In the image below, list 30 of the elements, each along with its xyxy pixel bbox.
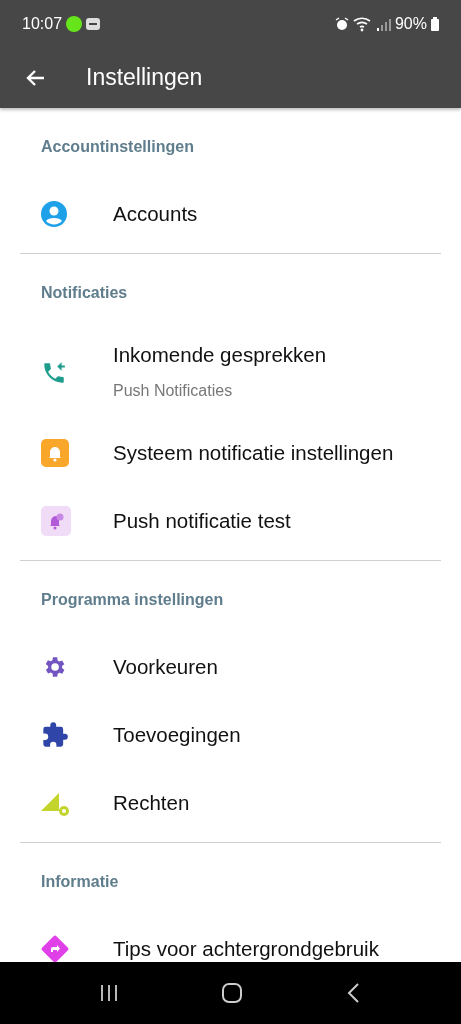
section-header: Accountinstellingen (41, 138, 194, 155)
signal-icon (376, 17, 391, 31)
setting-item[interactable]: Voorkeuren (113, 655, 218, 679)
wifi-icon (352, 16, 373, 32)
clock: 10:07 (22, 14, 63, 34)
back-icon[interactable] (345, 982, 362, 1004)
setting-item[interactable]: Systeem notificatie instellingen (113, 441, 394, 465)
setting-item[interactable]: Inkomende gesprekken (113, 342, 327, 367)
setting-item[interactable]: Toevoegingen (113, 723, 241, 747)
person-icon (41, 201, 67, 227)
recent-apps-icon[interactable] (99, 983, 120, 1003)
setting-item[interactable]: Accounts (113, 202, 198, 226)
bell-icon (41, 439, 69, 467)
battery-icon (431, 17, 439, 31)
section-header: Informatie (41, 873, 119, 890)
alarm-icon (334, 17, 349, 31)
setting-item[interactable]: Rechten (113, 791, 190, 815)
setting-item[interactable]: Tips voor achtergrondgebruik (113, 937, 379, 961)
page-title: Instellingen (86, 64, 203, 92)
radio-icon (86, 18, 101, 30)
section-header: Notificaties (41, 284, 128, 301)
status-dot-icon (66, 16, 83, 32)
section-header: Programma instellingen (41, 591, 224, 608)
puzzle-icon (41, 721, 69, 749)
phone-icon (41, 359, 67, 386)
bell-icon (41, 506, 71, 536)
setting-subtitle: Push Notificaties (113, 380, 234, 401)
setting-item[interactable]: Push notificatie test (113, 509, 291, 533)
home-icon[interactable] (221, 982, 244, 1004)
battery-percentage: 90% (394, 14, 427, 34)
